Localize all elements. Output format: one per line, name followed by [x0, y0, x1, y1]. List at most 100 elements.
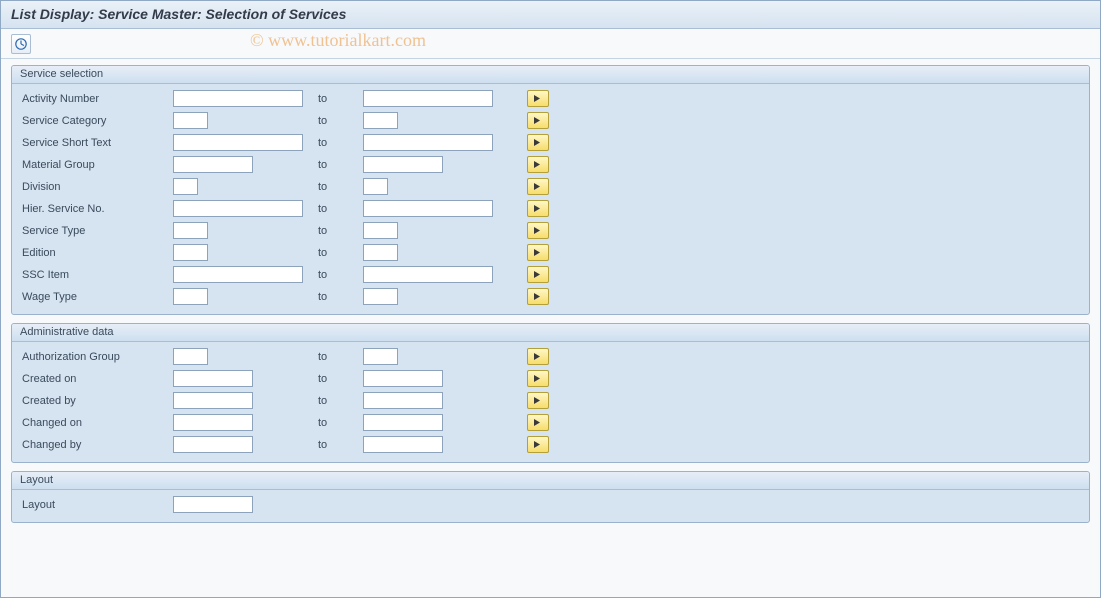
to-label: to	[318, 93, 363, 105]
multi-select-changed-by[interactable]	[527, 436, 549, 453]
multi-select-service-type[interactable]	[527, 222, 549, 239]
label-changed-by: Changed by	[18, 439, 173, 451]
activity-number-from[interactable]	[173, 90, 303, 107]
arrow-right-icon	[533, 418, 543, 427]
label-ssc-item: SSC Item	[18, 269, 173, 281]
multi-select-created-by[interactable]	[527, 392, 549, 409]
arrow-right-icon	[533, 204, 543, 213]
arrow-right-icon	[533, 374, 543, 383]
division-from[interactable]	[173, 178, 198, 195]
panel-header-admin: Administrative data	[12, 324, 1089, 342]
panel-administrative-data: Administrative data Authorization Group …	[11, 323, 1090, 463]
edition-to[interactable]	[363, 244, 398, 261]
label-created-on: Created on	[18, 373, 173, 385]
to-label: to	[318, 225, 363, 237]
label-changed-on: Changed on	[18, 417, 173, 429]
service-type-from[interactable]	[173, 222, 208, 239]
row-ssc-item: SSC Item to	[18, 264, 1083, 285]
row-activity-number: Activity Number to	[18, 88, 1083, 109]
service-category-from[interactable]	[173, 112, 208, 129]
panel-header-layout: Layout	[12, 472, 1089, 490]
multi-select-ssc-item[interactable]	[527, 266, 549, 283]
multi-select-changed-on[interactable]	[527, 414, 549, 431]
arrow-right-icon	[533, 352, 543, 361]
service-short-text-to[interactable]	[363, 134, 493, 151]
multi-select-edition[interactable]	[527, 244, 549, 261]
row-created-on: Created on to	[18, 368, 1083, 389]
ssc-item-from[interactable]	[173, 266, 303, 283]
arrow-right-icon	[533, 138, 543, 147]
app-toolbar	[1, 29, 1100, 59]
label-division: Division	[18, 181, 173, 193]
multi-select-wage-type[interactable]	[527, 288, 549, 305]
row-material-group: Material Group to	[18, 154, 1083, 175]
row-created-by: Created by to	[18, 390, 1083, 411]
service-category-to[interactable]	[363, 112, 398, 129]
multi-select-service-category[interactable]	[527, 112, 549, 129]
service-type-to[interactable]	[363, 222, 398, 239]
layout-input[interactable]	[173, 496, 253, 513]
to-label: to	[318, 203, 363, 215]
created-by-from[interactable]	[173, 392, 253, 409]
hier-service-no-from[interactable]	[173, 200, 303, 217]
changed-on-from[interactable]	[173, 414, 253, 431]
panel-layout: Layout Layout	[11, 471, 1090, 523]
execute-button[interactable]	[11, 34, 31, 54]
changed-on-to[interactable]	[363, 414, 443, 431]
changed-by-from[interactable]	[173, 436, 253, 453]
arrow-right-icon	[533, 182, 543, 191]
service-short-text-from[interactable]	[173, 134, 303, 151]
label-material-group: Material Group	[18, 159, 173, 171]
ssc-item-to[interactable]	[363, 266, 493, 283]
to-label: to	[318, 181, 363, 193]
wage-type-from[interactable]	[173, 288, 208, 305]
multi-select-service-short-text[interactable]	[527, 134, 549, 151]
row-changed-by: Changed by to	[18, 434, 1083, 455]
label-service-category: Service Category	[18, 115, 173, 127]
multi-select-auth-group[interactable]	[527, 348, 549, 365]
multi-select-created-on[interactable]	[527, 370, 549, 387]
to-label: to	[318, 247, 363, 259]
label-auth-group: Authorization Group	[18, 351, 173, 363]
label-wage-type: Wage Type	[18, 291, 173, 303]
label-layout: Layout	[18, 499, 173, 511]
created-by-to[interactable]	[363, 392, 443, 409]
activity-number-to[interactable]	[363, 90, 493, 107]
row-service-type: Service Type to	[18, 220, 1083, 241]
label-created-by: Created by	[18, 395, 173, 407]
row-service-short-text: Service Short Text to	[18, 132, 1083, 153]
label-hier-service-no: Hier. Service No.	[18, 203, 173, 215]
material-group-to[interactable]	[363, 156, 443, 173]
multi-select-hier-service-no[interactable]	[527, 200, 549, 217]
multi-select-activity-number[interactable]	[527, 90, 549, 107]
arrow-right-icon	[533, 226, 543, 235]
to-label: to	[318, 351, 363, 363]
title-bar: List Display: Service Master: Selection …	[1, 1, 1100, 29]
auth-group-to[interactable]	[363, 348, 398, 365]
material-group-from[interactable]	[173, 156, 253, 173]
changed-by-to[interactable]	[363, 436, 443, 453]
to-label: to	[318, 439, 363, 451]
arrow-right-icon	[533, 116, 543, 125]
arrow-right-icon	[533, 94, 543, 103]
label-edition: Edition	[18, 247, 173, 259]
to-label: to	[318, 159, 363, 171]
multi-select-division[interactable]	[527, 178, 549, 195]
arrow-right-icon	[533, 248, 543, 257]
row-edition: Edition to	[18, 242, 1083, 263]
to-label: to	[318, 115, 363, 127]
created-on-to[interactable]	[363, 370, 443, 387]
edition-from[interactable]	[173, 244, 208, 261]
label-activity-number: Activity Number	[18, 93, 173, 105]
wage-type-to[interactable]	[363, 288, 398, 305]
created-on-from[interactable]	[173, 370, 253, 387]
division-to[interactable]	[363, 178, 388, 195]
hier-service-no-to[interactable]	[363, 200, 493, 217]
auth-group-from[interactable]	[173, 348, 208, 365]
arrow-right-icon	[533, 270, 543, 279]
row-hier-service-no: Hier. Service No. to	[18, 198, 1083, 219]
to-label: to	[318, 137, 363, 149]
panel-service-selection: Service selection Activity Number to Ser…	[11, 65, 1090, 315]
clock-icon	[14, 37, 28, 51]
multi-select-material-group[interactable]	[527, 156, 549, 173]
